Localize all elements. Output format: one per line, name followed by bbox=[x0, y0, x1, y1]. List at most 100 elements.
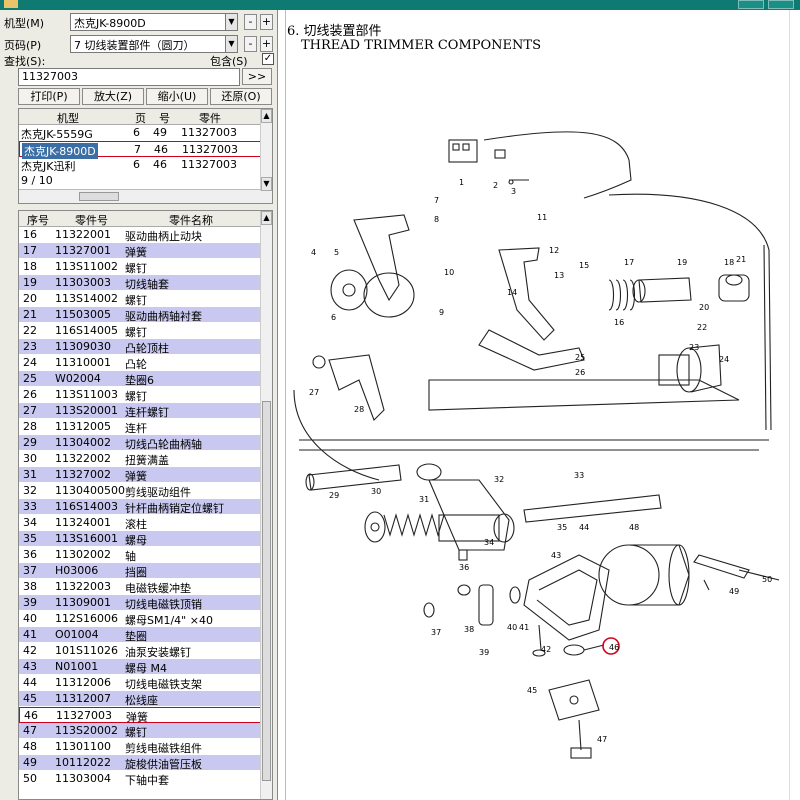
parts-grid: 序号 零件号 零件名称 16 11322001 驱动曲柄止动块 17 11327001 弹… bbox=[18, 210, 273, 800]
scroll-up-icon[interactable]: ▲ bbox=[261, 109, 272, 123]
table-row[interactable]: 34 11324001 滚柱 bbox=[19, 515, 272, 531]
table-row[interactable]: 32 1130400500 剪线驱动组件 bbox=[19, 483, 272, 499]
parts-diagram: 6. 切线装置部件 THREAD TRIMMER COMPONENTS 1 2 … bbox=[279, 10, 800, 800]
table-row[interactable]: 29 11304002 切线凸轮曲柄轴 bbox=[19, 435, 272, 451]
table-row[interactable]: 20 113S14002 螺钉 bbox=[19, 291, 272, 307]
table-row[interactable]: 19 11303003 切线轴套 bbox=[19, 275, 272, 291]
table-cell: 弹簧 bbox=[125, 246, 147, 259]
table-row[interactable]: 28 11312005 连杆 bbox=[19, 419, 272, 435]
contains-checkbox[interactable]: ✓ bbox=[262, 53, 274, 65]
table-row[interactable]: 27 113S20001 连杆螺钉 bbox=[19, 403, 272, 419]
table-row[interactable]: 31 11327002 弹簧 bbox=[19, 467, 272, 483]
table-cell: 切线电磁铁顶销 bbox=[125, 598, 202, 611]
table-cell: 扭簧满盖 bbox=[125, 454, 169, 467]
callout-label: 29 bbox=[329, 491, 339, 500]
chevron-down-icon[interactable]: ▼ bbox=[225, 13, 238, 31]
page-prev-button[interactable]: - bbox=[244, 36, 257, 52]
page-next-button[interactable]: + bbox=[260, 36, 273, 52]
table-cell: 42 bbox=[23, 644, 37, 657]
callout-label: 15 bbox=[579, 261, 589, 270]
table-cell: 11301100 bbox=[55, 740, 111, 753]
table-row[interactable]: 24 11310001 凸轮 bbox=[19, 355, 272, 371]
table-row[interactable]: 21 11503005 驱动曲柄轴衬套 bbox=[19, 307, 272, 323]
table-cell: 16 bbox=[23, 228, 37, 241]
table-cell: 连杆 bbox=[125, 422, 147, 435]
results-row[interactable]: 杰克JK迅利 6 46 11327003 bbox=[19, 157, 272, 173]
table-row[interactable]: 49 10112022 旋梭供油管压板 bbox=[19, 755, 272, 771]
table-row[interactable]: 43 N01001 螺母 M4 bbox=[19, 659, 272, 675]
table-cell: 螺钉 bbox=[125, 326, 147, 339]
callout-label: 35 bbox=[557, 523, 567, 532]
table-cell: 101S11026 bbox=[55, 644, 118, 657]
chevron-down-icon[interactable]: ▼ bbox=[225, 35, 238, 53]
table-row[interactable]: 48 11301100 剪线电磁铁组件 bbox=[19, 739, 272, 755]
callout-label: 22 bbox=[697, 323, 707, 332]
table-cell: 剪线电磁铁组件 bbox=[125, 742, 202, 755]
page-select[interactable]: 7 切线装置部件（圆刀） bbox=[70, 35, 226, 53]
callout-label: 26 bbox=[575, 368, 585, 377]
model-next-button[interactable]: + bbox=[260, 14, 273, 30]
search-go-button[interactable]: >> bbox=[242, 68, 272, 85]
restore-button[interactable]: 还原(O) bbox=[210, 88, 272, 105]
table-row[interactable]: 37 H03006 挡圈 bbox=[19, 563, 272, 579]
table-row[interactable]: 18 113S11002 螺钉 bbox=[19, 259, 272, 275]
results-row[interactable]: 杰克JK-8900D 7 46 11327003 bbox=[19, 141, 272, 159]
search-label: 查找(S): bbox=[4, 55, 46, 68]
zoom-in-button[interactable]: 放大(Z) bbox=[82, 88, 144, 105]
scrollbar-thumb[interactable] bbox=[79, 192, 119, 201]
table-row[interactable]: 44 11312006 切线电磁铁支架 bbox=[19, 675, 272, 691]
table-row[interactable]: 40 112S16006 螺母SM1/4" ×40 bbox=[19, 611, 272, 627]
results-col-part: 零件 bbox=[199, 112, 221, 125]
model-prev-button[interactable]: - bbox=[244, 14, 257, 30]
table-cell: 47 bbox=[23, 724, 37, 737]
table-row[interactable]: 25 W02004 垫圈6 bbox=[19, 371, 272, 387]
table-row[interactable]: 35 113S16001 螺母 bbox=[19, 531, 272, 547]
callout-label: 3 bbox=[511, 187, 516, 196]
table-row[interactable]: 36 11302002 轴 bbox=[19, 547, 272, 563]
table-row[interactable]: 42 101S11026 油泵安装螺钉 bbox=[19, 643, 272, 659]
scrollbar-thumb[interactable] bbox=[262, 401, 271, 781]
table-cell: 17 bbox=[23, 244, 37, 257]
minimize-button[interactable] bbox=[738, 0, 764, 9]
table-row[interactable]: 30 11322002 扭簧满盖 bbox=[19, 451, 272, 467]
callout-label: 13 bbox=[554, 271, 564, 280]
table-cell: 螺钉 bbox=[125, 390, 147, 403]
parts-vertical-scrollbar[interactable]: ▲ bbox=[260, 211, 272, 799]
table-row[interactable]: 39 11309001 切线电磁铁顶销 bbox=[19, 595, 272, 611]
results-row[interactable]: 杰克JK-5559G 6 49 11327003 bbox=[19, 125, 272, 141]
table-row[interactable]: 38 11322003 电磁铁缓冲垫 bbox=[19, 579, 272, 595]
table-row[interactable]: 23 11309030 凸轮顶柱 bbox=[19, 339, 272, 355]
model-select[interactable]: 杰克JK-8900D bbox=[70, 13, 226, 31]
table-row[interactable]: 33 116S14003 针杆曲柄销定位螺钉 bbox=[19, 499, 272, 515]
table-cell: 116S14003 bbox=[55, 500, 118, 513]
table-row[interactable]: 47 113S20002 螺钉 bbox=[19, 723, 272, 739]
table-cell: 113S11002 bbox=[55, 260, 118, 273]
results-count: 9 / 10 bbox=[21, 174, 53, 187]
callout-label: 20 bbox=[699, 303, 709, 312]
table-cell: 46 bbox=[24, 709, 38, 722]
zoom-out-button[interactable]: 缩小(U) bbox=[146, 88, 208, 105]
results-horizontal-scrollbar[interactable] bbox=[19, 189, 272, 203]
results-rows: 杰克JK-5559G 6 49 11327003 杰克JK-8900D 7 46 113270… bbox=[19, 125, 272, 173]
table-row[interactable]: 26 113S11003 螺钉 bbox=[19, 387, 272, 403]
table-cell: 37 bbox=[23, 564, 37, 577]
table-row[interactable]: 22 116S14005 螺钉 bbox=[19, 323, 272, 339]
table-row[interactable]: 41 O01004 垫圈 bbox=[19, 627, 272, 643]
table-cell: 旋梭供油管压板 bbox=[125, 758, 202, 771]
table-row[interactable]: 17 11327001 弹簧 bbox=[19, 243, 272, 259]
scroll-down-icon[interactable]: ▼ bbox=[261, 177, 272, 191]
table-row[interactable]: 16 11322001 驱动曲柄止动块 bbox=[19, 227, 272, 243]
search-input[interactable]: 11327003 bbox=[18, 68, 240, 86]
parts-col-name: 零件名称 bbox=[169, 214, 213, 227]
callout-label: 47 bbox=[597, 735, 607, 744]
callout-label: 6 bbox=[331, 313, 336, 322]
results-vertical-scrollbar[interactable]: ▲ ▼ bbox=[260, 109, 272, 191]
table-row[interactable]: 45 11312007 松线座 bbox=[19, 691, 272, 707]
print-button[interactable]: 打印(P) bbox=[18, 88, 80, 105]
scroll-up-icon[interactable]: ▲ bbox=[261, 211, 272, 225]
table-row[interactable]: 46 11327003 弹簧 bbox=[19, 707, 272, 724]
close-button[interactable] bbox=[768, 0, 794, 9]
table-cell: 11303004 bbox=[55, 772, 111, 785]
table-cell: 113S16001 bbox=[55, 532, 118, 545]
table-row[interactable]: 50 11303004 下轴中套 bbox=[19, 771, 272, 787]
